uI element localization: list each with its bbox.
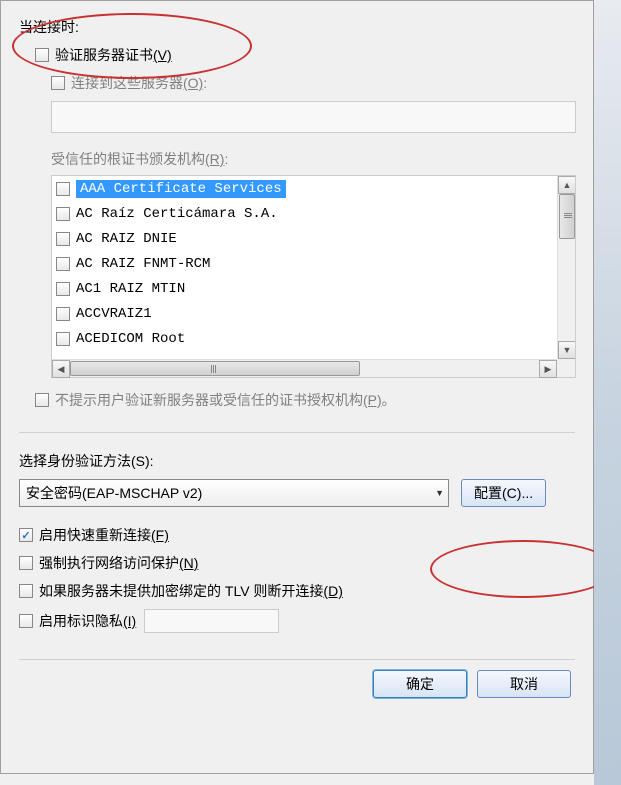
item-checkbox[interactable] <box>56 282 70 296</box>
fast-reconnect-label: 启用快速重新连接(F) <box>39 525 169 545</box>
identity-privacy-row[interactable]: 启用标识隐私(I) <box>19 609 575 633</box>
list-item[interactable]: AC RAIZ FNMT-RCM <box>52 251 575 276</box>
item-checkbox[interactable] <box>56 257 70 271</box>
cert-name: AC Raíz Certicámara S.A. <box>76 206 278 222</box>
item-checkbox[interactable] <box>56 307 70 321</box>
connect-servers-checkbox[interactable] <box>51 76 65 90</box>
identity-privacy-checkbox[interactable] <box>19 614 33 628</box>
scroll-left-button[interactable]: ◀ <box>52 360 70 378</box>
trusted-root-label: 受信任的根证书颁发机构(R): <box>51 151 228 167</box>
enforce-nap-checkbox[interactable] <box>19 556 33 570</box>
cancel-button[interactable]: 取消 <box>477 670 571 698</box>
list-item[interactable]: ACEDICOM Root <box>52 326 575 351</box>
when-connecting-label: 当连接时: <box>19 17 575 37</box>
identity-privacy-input[interactable] <box>144 609 279 633</box>
validate-cert-label: 验证服务器证书(V) <box>55 45 172 65</box>
ok-button[interactable]: 确定 <box>373 670 467 698</box>
item-checkbox[interactable] <box>56 207 70 221</box>
validate-cert-row[interactable]: 验证服务器证书(V) <box>35 45 575 65</box>
disconnect-tlv-label: 如果服务器未提供加密绑定的 TLV 则断开连接(D) <box>39 581 343 601</box>
cert-name: AC1 RAIZ MTIN <box>76 281 185 297</box>
list-item[interactable]: AAA Certificate Services <box>52 176 575 201</box>
no-prompt-row[interactable]: 不提示用户验证新服务器或受信任的证书授权机构(P)。 <box>35 390 575 410</box>
list-item[interactable]: AC1 RAIZ MTIN <box>52 276 575 301</box>
connect-servers-label: 连接到这些服务器(O): <box>71 73 207 93</box>
auth-method-value: 安全密码(EAP-MSCHAP v2) <box>26 483 202 503</box>
disconnect-tlv-row[interactable]: 如果服务器未提供加密绑定的 TLV 则断开连接(D) <box>19 581 575 601</box>
scroll-down-button[interactable]: ▼ <box>558 341 575 359</box>
vertical-scrollbar[interactable]: ▲ ▼ <box>557 176 575 359</box>
eap-properties-dialog: 当连接时: 验证服务器证书(V) 连接到这些服务器(O): 受信任的根证书颁发机… <box>0 0 594 774</box>
divider <box>19 432 575 433</box>
validate-cert-checkbox[interactable] <box>35 48 49 62</box>
cert-name: ACCVRAIZ1 <box>76 306 152 322</box>
scroll-corner <box>557 359 575 377</box>
horizontal-scrollbar[interactable]: ◀ ▶ <box>52 359 557 377</box>
scroll-thumb[interactable] <box>559 194 575 239</box>
list-item[interactable]: AC RAIZ DNIE <box>52 226 575 251</box>
fast-reconnect-row[interactable]: 启用快速重新连接(F) <box>19 525 575 545</box>
scroll-up-button[interactable]: ▲ <box>558 176 575 194</box>
enforce-nap-row[interactable]: 强制执行网络访问保护(N) <box>19 553 575 573</box>
connect-servers-input[interactable] <box>51 101 576 133</box>
item-checkbox[interactable] <box>56 182 70 196</box>
identity-privacy-label: 启用标识隐私(I) <box>39 611 136 631</box>
scroll-right-button[interactable]: ▶ <box>539 360 557 378</box>
no-prompt-checkbox[interactable] <box>35 393 49 407</box>
disconnect-tlv-checkbox[interactable] <box>19 584 33 598</box>
window-edge <box>594 0 621 785</box>
cert-listbox[interactable]: AAA Certificate Services AC Raíz Certicá… <box>51 175 576 378</box>
auth-method-combobox[interactable]: 安全密码(EAP-MSCHAP v2) ▼ <box>19 479 449 507</box>
scroll-thumb-h[interactable] <box>70 361 360 376</box>
cert-name: AC RAIZ FNMT-RCM <box>76 256 210 272</box>
list-item[interactable]: AC Raíz Certicámara S.A. <box>52 201 575 226</box>
auth-method-label: 选择身份验证方法(S): <box>19 451 575 471</box>
list-item[interactable]: ACCVRAIZ1 <box>52 301 575 326</box>
no-prompt-label: 不提示用户验证新服务器或受信任的证书授权机构(P)。 <box>55 390 396 410</box>
fast-reconnect-checkbox[interactable] <box>19 528 33 542</box>
chevron-down-icon: ▼ <box>435 488 444 498</box>
connect-servers-row[interactable]: 连接到这些服务器(O): <box>51 73 575 93</box>
item-checkbox[interactable] <box>56 232 70 246</box>
configure-button[interactable]: 配置(C)... <box>461 479 546 507</box>
cert-name: AC RAIZ DNIE <box>76 231 177 247</box>
cert-name: ACEDICOM Root <box>76 331 185 347</box>
item-checkbox[interactable] <box>56 332 70 346</box>
cert-name: AAA Certificate Services <box>76 180 286 198</box>
enforce-nap-label: 强制执行网络访问保护(N) <box>39 553 198 573</box>
